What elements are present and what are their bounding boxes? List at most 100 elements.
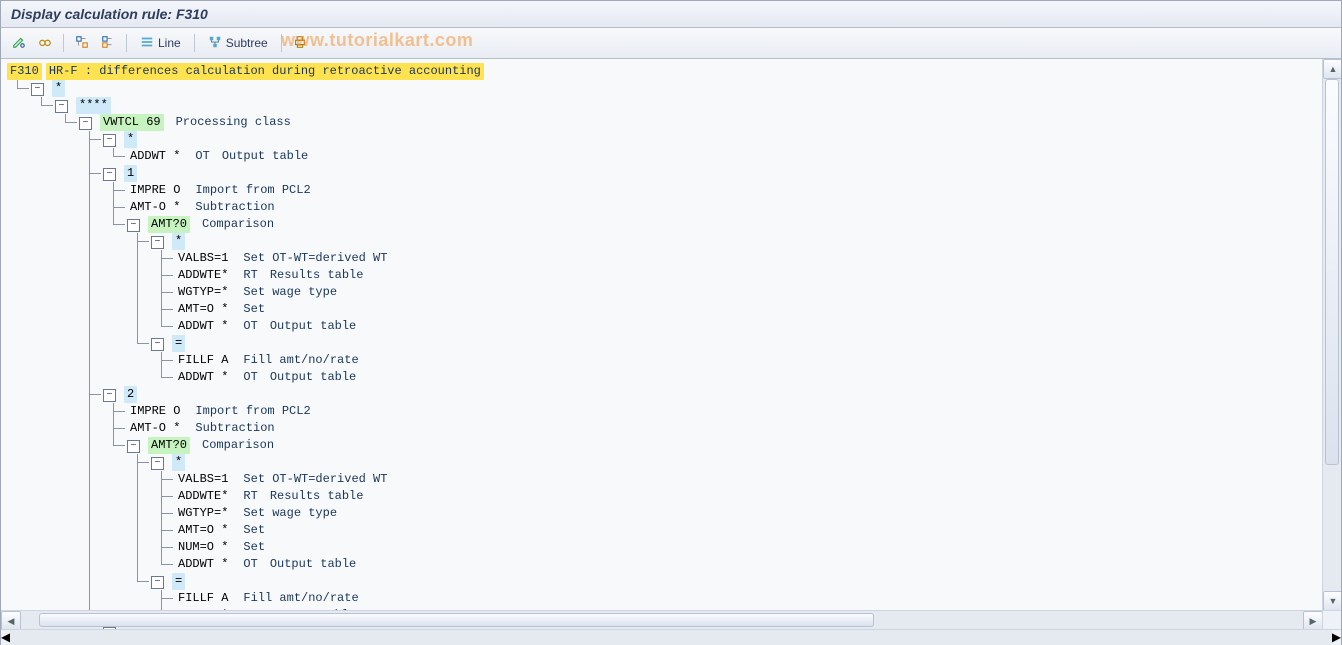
tree-node[interactable]: − = bbox=[7, 573, 1335, 590]
horizontal-scrollbar[interactable]: ◀ ▶ bbox=[1, 610, 1323, 629]
collapse-toggle[interactable]: − bbox=[103, 627, 116, 629]
tree-node[interactable]: AMT=O * Set bbox=[7, 301, 1335, 318]
node-code: VWTCL 69 bbox=[100, 114, 164, 131]
tree-node[interactable]: VALBS=1 Set OT-WT=derived WT bbox=[7, 250, 1335, 267]
tree-node[interactable]: ADDWT * OT Output table bbox=[7, 318, 1335, 335]
tree-node[interactable]: AMT-O * Subtraction bbox=[7, 420, 1335, 437]
tree-node[interactable]: − 1 bbox=[7, 165, 1335, 182]
node-code: F310 bbox=[7, 63, 42, 80]
node-desc: Set OT-WT=derived WT bbox=[243, 471, 387, 488]
node-code: AMT-O * bbox=[127, 420, 183, 437]
display-change-button[interactable] bbox=[7, 31, 31, 55]
tree-node[interactable]: − * bbox=[7, 131, 1335, 148]
tree-node[interactable]: IMPRE O Import from PCL2 bbox=[7, 403, 1335, 420]
tree-node[interactable]: − * bbox=[7, 454, 1335, 471]
node-code: AMT=O * bbox=[175, 301, 231, 318]
pencil-glasses-icon bbox=[12, 35, 26, 52]
collapse-toggle[interactable]: − bbox=[79, 117, 92, 130]
node-code: * bbox=[124, 131, 137, 148]
collapse-toggle[interactable]: − bbox=[151, 338, 164, 351]
scroll-left-button[interactable]: ◀ bbox=[1, 611, 21, 629]
node-code: ADDWTE* bbox=[175, 267, 231, 284]
tree-node-root[interactable]: F310 HR-F : differences calculation duri… bbox=[7, 63, 1335, 80]
collapse-toggle[interactable]: − bbox=[103, 134, 116, 147]
scroll-right-button[interactable]: ▶ bbox=[1303, 611, 1323, 629]
collapse-toggle[interactable]: − bbox=[55, 100, 68, 113]
outer-scroll-left-button[interactable]: ◀ bbox=[1, 630, 10, 645]
toolbar-separator bbox=[126, 34, 127, 52]
collapse-toggle[interactable]: − bbox=[127, 219, 140, 232]
print-button[interactable] bbox=[288, 31, 312, 55]
collapse-toggle[interactable]: − bbox=[151, 576, 164, 589]
tree-node[interactable]: ADDWTE* RT Results table bbox=[7, 267, 1335, 284]
collapse-toggle[interactable]: − bbox=[151, 457, 164, 470]
tree-node[interactable]: − * bbox=[7, 233, 1335, 250]
vertical-scroll-thumb[interactable] bbox=[1325, 79, 1339, 465]
tree-node[interactable]: − **** bbox=[7, 97, 1335, 114]
node-desc: Output table bbox=[222, 148, 308, 165]
node-code: IMPRE O bbox=[127, 182, 183, 199]
tree-node[interactable]: WGTYP=* Set wage type bbox=[7, 505, 1335, 522]
node-code: IMPRE O bbox=[127, 403, 183, 420]
vertical-scrollbar[interactable]: ▲ ▼ bbox=[1322, 59, 1341, 611]
node-code: NUM=O * bbox=[175, 539, 231, 556]
glasses-icon bbox=[38, 35, 52, 52]
tree-node[interactable]: ADDWT * OT Output table bbox=[7, 369, 1335, 386]
node-code: 2 bbox=[124, 386, 137, 403]
tree-node[interactable]: VALBS=1 Set OT-WT=derived WT bbox=[7, 471, 1335, 488]
horizontal-scroll-thumb[interactable] bbox=[39, 613, 874, 627]
line-button[interactable]: Line bbox=[133, 31, 188, 55]
node-code: = bbox=[172, 335, 185, 352]
collapse-toggle[interactable]: − bbox=[127, 440, 140, 453]
tree-node[interactable]: FILLF A Fill amt/no/rate bbox=[7, 352, 1335, 369]
tree-node[interactable]: − 2 bbox=[7, 386, 1335, 403]
toolbar-separator bbox=[194, 34, 195, 52]
tree-node[interactable]: WGTYP=* Set wage type bbox=[7, 284, 1335, 301]
expand-button[interactable] bbox=[70, 31, 94, 55]
node-code: ADDWT * bbox=[175, 556, 231, 573]
scroll-up-button[interactable]: ▲ bbox=[1323, 59, 1341, 79]
tree-node[interactable]: ADDWT * OT Output table bbox=[7, 148, 1335, 165]
toolbar: Line Subtree www.tutorialkart.com bbox=[1, 28, 1341, 59]
node-desc: Set bbox=[243, 301, 265, 318]
tree-node[interactable]: ADDWT * OT Output table bbox=[7, 556, 1335, 573]
outer-scroll-right-button[interactable]: ▶ bbox=[1332, 630, 1341, 645]
node-desc: Import from PCL2 bbox=[195, 403, 310, 420]
expand-tree-icon bbox=[75, 35, 89, 52]
outer-horizontal-scrollbar[interactable]: ◀ ▶ bbox=[1, 629, 1341, 645]
outer-scroll-track[interactable] bbox=[10, 630, 1332, 645]
collapse-toggle[interactable]: − bbox=[103, 389, 116, 402]
collapse-button[interactable] bbox=[96, 31, 120, 55]
subtree-button[interactable]: Subtree bbox=[201, 31, 275, 55]
tree-node[interactable]: NUM=O * Set bbox=[7, 539, 1335, 556]
tree-node[interactable]: FILLF A Fill amt/no/rate bbox=[7, 590, 1335, 607]
page-title: Display calculation rule: F310 bbox=[11, 6, 208, 22]
node-code: ADDWT * bbox=[175, 369, 231, 386]
node-param: OT bbox=[195, 148, 209, 165]
tree-node[interactable]: AMT-O * Subtraction bbox=[7, 199, 1335, 216]
node-param: RT bbox=[243, 488, 257, 505]
other-object-button[interactable] bbox=[33, 31, 57, 55]
node-code: WGTYP=* bbox=[175, 284, 231, 301]
node-desc: Subtraction bbox=[195, 199, 274, 216]
tree-node[interactable]: − AMT?0 Comparison bbox=[7, 216, 1335, 233]
subtree-icon bbox=[208, 35, 222, 52]
horizontal-scroll-track[interactable] bbox=[21, 611, 1303, 629]
tree-scroll-viewport[interactable]: F310 HR-F : differences calculation duri… bbox=[1, 59, 1341, 629]
tree-node[interactable]: IMPRE O Import from PCL2 bbox=[7, 182, 1335, 199]
tree-node[interactable]: − * bbox=[7, 80, 1335, 97]
vertical-scroll-track[interactable] bbox=[1323, 79, 1341, 591]
collapse-toggle[interactable]: − bbox=[151, 236, 164, 249]
node-desc: HR-F : differences calculation during re… bbox=[46, 63, 484, 80]
tree-node[interactable]: AMT=O * Set bbox=[7, 522, 1335, 539]
tree-node[interactable]: ADDWTE* RT Results table bbox=[7, 488, 1335, 505]
node-code: 1 bbox=[124, 165, 137, 182]
scroll-down-button[interactable]: ▼ bbox=[1323, 591, 1341, 611]
tree-node[interactable]: − AMT?0 Comparison bbox=[7, 437, 1335, 454]
node-desc: Output table bbox=[270, 556, 356, 573]
tree-node[interactable]: − VWTCL 69 Processing class bbox=[7, 114, 1335, 131]
collapse-tree-icon bbox=[101, 35, 115, 52]
collapse-toggle[interactable]: − bbox=[103, 168, 116, 181]
collapse-toggle[interactable]: − bbox=[31, 83, 44, 96]
tree-node[interactable]: − = bbox=[7, 335, 1335, 352]
